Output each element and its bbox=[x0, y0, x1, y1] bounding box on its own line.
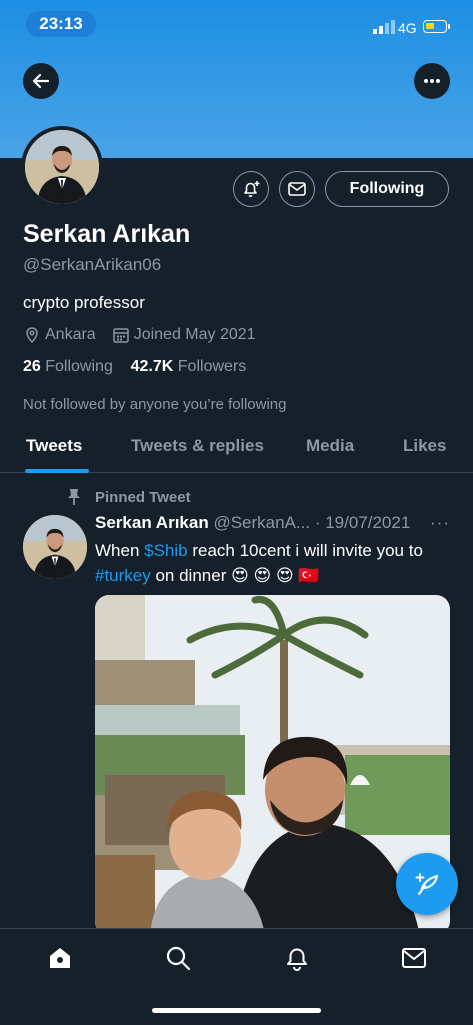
battery-tip bbox=[448, 24, 450, 29]
tab-likes[interactable]: Likes bbox=[403, 436, 446, 456]
following-label: Following bbox=[45, 358, 113, 375]
envelope-icon bbox=[288, 182, 306, 196]
pinned-label-row: Pinned Tweet bbox=[66, 488, 191, 506]
network-type: 4G bbox=[398, 20, 417, 36]
tweet-header: Serkan Arıkan @SerkanA... · 19/07/2021 bbox=[95, 513, 435, 533]
avatar-image bbox=[23, 515, 87, 579]
tweet-author-name[interactable]: Serkan Arıkan bbox=[95, 513, 209, 532]
compose-tweet-button[interactable] bbox=[396, 853, 458, 915]
profile-tabs: Tweets Tweets & replies Media Likes bbox=[0, 424, 473, 473]
tweet-text-part: When bbox=[95, 541, 145, 560]
tab-tweets-replies[interactable]: Tweets & replies bbox=[131, 436, 264, 456]
follow-stats: 26 Following 42.7K Followers bbox=[23, 358, 246, 376]
bell-icon bbox=[287, 948, 307, 971]
pin-icon bbox=[68, 489, 80, 505]
profile-location: Ankara bbox=[45, 326, 96, 343]
avatar-image bbox=[25, 130, 99, 204]
nav-notifications[interactable] bbox=[282, 943, 312, 973]
tab-media[interactable]: Media bbox=[306, 436, 354, 456]
profile-joined: Joined May 2021 bbox=[133, 326, 256, 343]
calendar-icon bbox=[112, 328, 129, 343]
nav-messages[interactable] bbox=[399, 943, 429, 973]
following-count: 26 bbox=[23, 358, 41, 375]
nav-search[interactable] bbox=[163, 943, 193, 973]
following-button[interactable]: Following bbox=[325, 171, 449, 207]
back-button[interactable] bbox=[23, 63, 59, 99]
tweet-more-button[interactable]: ··· bbox=[430, 513, 450, 533]
tweet-author-avatar[interactable] bbox=[23, 515, 87, 579]
tweet-text-part: reach 10cent i will invite you to bbox=[187, 541, 423, 560]
profile-name: Serkan Arıkan bbox=[23, 220, 191, 248]
home-indicator[interactable] bbox=[152, 1008, 321, 1013]
search-icon bbox=[166, 946, 191, 971]
more-horizontal-icon bbox=[424, 79, 440, 83]
profile-avatar[interactable] bbox=[21, 126, 103, 208]
profile-meta: Ankara Joined May 2021 bbox=[23, 324, 256, 346]
profile-handle: @SerkanArikan06 bbox=[23, 255, 162, 274]
followers-count: 42.7K bbox=[130, 358, 174, 375]
tweet-author-handle[interactable]: @SerkanA... bbox=[213, 513, 310, 532]
location-pin-icon bbox=[26, 327, 38, 344]
battery-icon bbox=[423, 20, 447, 33]
status-time: 23:13 bbox=[26, 11, 96, 37]
tweet-text-part: on dinner 😍 😍 😍 🇹🇷 bbox=[150, 566, 320, 585]
arrow-left-icon bbox=[32, 73, 50, 89]
nav-home[interactable] bbox=[45, 943, 75, 973]
tweet-date: · 19/07/2021 bbox=[314, 513, 411, 532]
pinned-label: Pinned Tweet bbox=[95, 488, 191, 506]
mutual-followers-note: Not followed by anyone you’re following bbox=[23, 396, 287, 413]
profile-bio: crypto professor bbox=[23, 293, 145, 312]
hashtag-link[interactable]: #turkey bbox=[95, 566, 151, 585]
cashtag-link[interactable]: $Shib bbox=[144, 541, 187, 560]
message-button[interactable] bbox=[279, 171, 315, 207]
home-icon bbox=[50, 948, 70, 968]
more-options-button[interactable] bbox=[414, 63, 450, 99]
feather-plus-icon bbox=[415, 873, 439, 895]
following-link[interactable]: 26 Following bbox=[23, 358, 113, 375]
notifications-toggle-button[interactable] bbox=[233, 171, 269, 207]
signal-icon bbox=[373, 20, 395, 34]
followers-link[interactable]: 42.7K Followers bbox=[131, 358, 247, 375]
tab-tweets[interactable]: Tweets bbox=[26, 436, 82, 456]
tweet-text: When $Shib reach 10cent i will invite yo… bbox=[95, 538, 455, 588]
followers-label: Followers bbox=[177, 358, 247, 375]
bell-plus-icon bbox=[244, 181, 260, 197]
active-tab-indicator bbox=[25, 469, 89, 473]
mail-icon bbox=[402, 948, 426, 968]
